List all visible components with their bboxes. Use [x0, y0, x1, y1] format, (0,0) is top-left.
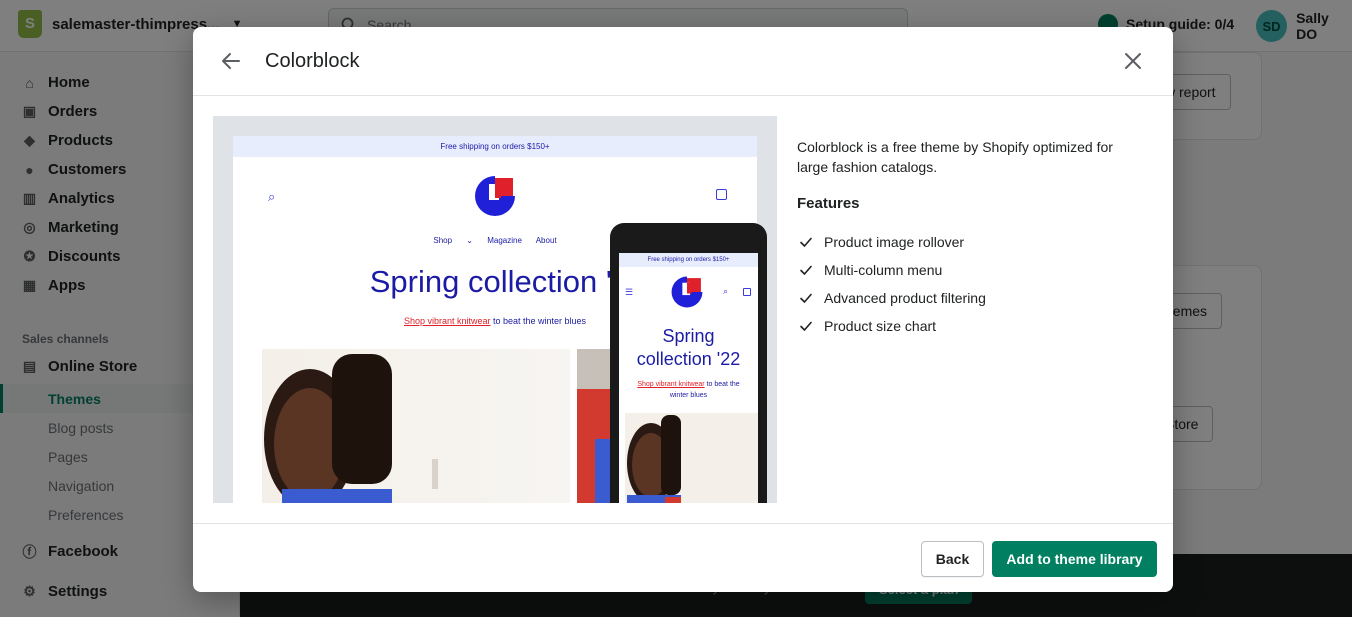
preview-hero-link: Shop vibrant knitwear — [403, 316, 491, 326]
feature-label: Multi-column menu — [824, 262, 943, 278]
colorblock-logo-icon — [475, 176, 515, 216]
preview-nav-magazine: Magazine — [487, 236, 522, 245]
feature-label: Product image rollover — [824, 234, 965, 250]
preview-model-photo — [262, 349, 570, 503]
preview-search-icon: ⌕ — [268, 189, 276, 204]
modal-title: Colorblock — [265, 50, 360, 72]
feature-item: Multi-column menu — [799, 256, 986, 284]
mobile-screen: Free shipping on orders $150+ ☰ ⌕ Spring… — [619, 253, 758, 503]
preview-announcement: Free shipping on orders $150+ — [233, 136, 757, 157]
checkmark-icon — [800, 321, 812, 331]
close-icon[interactable] — [1121, 49, 1145, 73]
feature-item: Product image rollover — [799, 228, 986, 256]
preview-hero-subtext: to beat the winter blues — [493, 316, 587, 326]
theme-description: Colorblock is a free theme by Shopify op… — [797, 139, 1113, 175]
hamburger-menu-icon: ☰ — [625, 287, 634, 297]
features-heading: Features — [797, 195, 860, 212]
mobile-hero-link: Shop vibrant knitwear — [637, 381, 705, 388]
features-list: Product image rollover Multi-column menu… — [799, 228, 986, 340]
checkmark-icon — [800, 237, 812, 247]
back-button[interactable]: Back — [921, 541, 984, 577]
mobile-search-icon: ⌕ — [723, 286, 729, 296]
modal-footer: Back Add to theme library — [193, 523, 1173, 592]
theme-detail-modal: Colorblock Free shipping on orders $150+… — [193, 27, 1173, 592]
modal-header: Colorblock — [193, 27, 1173, 96]
feature-item: Advanced product filtering — [799, 284, 986, 312]
feature-label: Product size chart — [824, 318, 937, 334]
checkmark-icon — [800, 265, 812, 275]
mobile-hero-line2: collection '22 — [636, 349, 741, 369]
preview-nav-shop: Shop ⌄ — [433, 236, 473, 245]
mobile-preview: Free shipping on orders $150+ ☰ ⌕ Spring… — [610, 223, 767, 503]
preview-cart-icon — [716, 189, 727, 200]
colorblock-logo-small-icon — [671, 276, 703, 308]
mobile-hero-subtitle: Shop vibrant knitwear to beat the winter… — [633, 379, 744, 401]
preview-nav-about: About — [535, 236, 557, 245]
mobile-hero-line1: Spring — [662, 326, 715, 346]
back-arrow-icon[interactable] — [219, 49, 243, 73]
theme-preview-image: Free shipping on orders $150+ ⌕ Shop ⌄ M… — [213, 116, 777, 503]
mobile-cart-icon — [743, 288, 751, 296]
feature-item: Product size chart — [799, 312, 986, 340]
mobile-announcement: Free shipping on orders $150+ — [619, 253, 758, 267]
mobile-hero-heading: Spring collection '22 — [619, 325, 758, 371]
add-to-theme-library-button[interactable]: Add to theme library — [992, 541, 1157, 577]
checkmark-icon — [800, 293, 812, 303]
feature-label: Advanced product filtering — [824, 290, 986, 306]
mobile-model-photo — [625, 413, 758, 503]
